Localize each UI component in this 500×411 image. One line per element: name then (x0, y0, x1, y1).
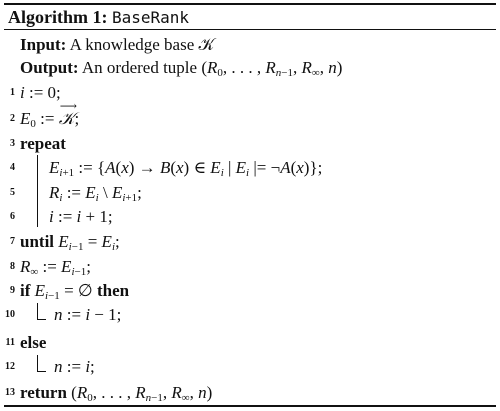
else-block-hook (37, 355, 46, 372)
line-4-code: Ei+1 := {A(x) → B(x) ∈ Ei | Ei |= ¬A(x)}… (49, 158, 323, 179)
output-text-prefix: An ordered tuple (81, 58, 198, 77)
else-keyword: else (20, 333, 47, 352)
bottom-rule (4, 405, 496, 407)
line-number: 1 (10, 87, 15, 98)
input-text: A knowledge base 𝒦 (69, 35, 215, 54)
return-keyword: return (20, 383, 67, 402)
line-5-code: Ri := Ei \ Ei+1; (49, 183, 142, 204)
line-1-code: i := 0; (20, 83, 61, 102)
line-number: 2 (10, 113, 15, 124)
algorithm-caption: Algorithm 1: BaseRank (8, 6, 189, 29)
line-10-code: n := i − 1; (54, 305, 122, 324)
kb-vector: ⟶ 𝒦 (58, 99, 77, 129)
repeat-block-bar (37, 155, 38, 227)
algorithm-name: BaseRank (111, 8, 190, 27)
line-6-code: i := i + 1; (49, 207, 113, 226)
line-number: 3 (10, 138, 15, 149)
line-number: 10 (5, 309, 15, 320)
then-keyword: then (96, 281, 130, 300)
line-number: 12 (5, 361, 15, 372)
caption-label: Algorithm 1: (8, 7, 108, 27)
line-number: 11 (5, 337, 15, 348)
caption-rule (4, 29, 496, 30)
output-tuple: (R0, . . . , Rn−1, R∞, n) (201, 58, 343, 79)
line-13-code: return (R0, . . . , Rn−1, R∞, n) (20, 383, 213, 404)
line-number: 8 (10, 261, 15, 272)
line-number: 6 (10, 211, 15, 222)
line-number: 13 (5, 387, 15, 398)
line-number: 9 (10, 285, 15, 296)
top-rule (4, 3, 496, 5)
line-9-code: if Ei−1 = ∅ then (20, 281, 130, 302)
until-keyword: until (20, 232, 55, 251)
line-number: 7 (10, 236, 15, 247)
line-2-code: E0 := ⟶ 𝒦; (20, 99, 80, 130)
then-block-hook (37, 303, 46, 320)
if-keyword: if (20, 281, 31, 300)
line-7-code: until Ei−1 = Ei; (20, 232, 120, 253)
line-number: 4 (10, 162, 15, 173)
line-8-code: R∞ := Ei−1; (20, 257, 91, 278)
input-label: Input: (20, 35, 67, 54)
line-number: 5 (10, 187, 15, 198)
line-12-code: n := i; (54, 357, 95, 376)
repeat-keyword: repeat (20, 134, 66, 153)
algorithm-box: Algorithm 1: BaseRank Input: A knowledge… (4, 3, 496, 407)
output-label: Output: (20, 58, 79, 77)
